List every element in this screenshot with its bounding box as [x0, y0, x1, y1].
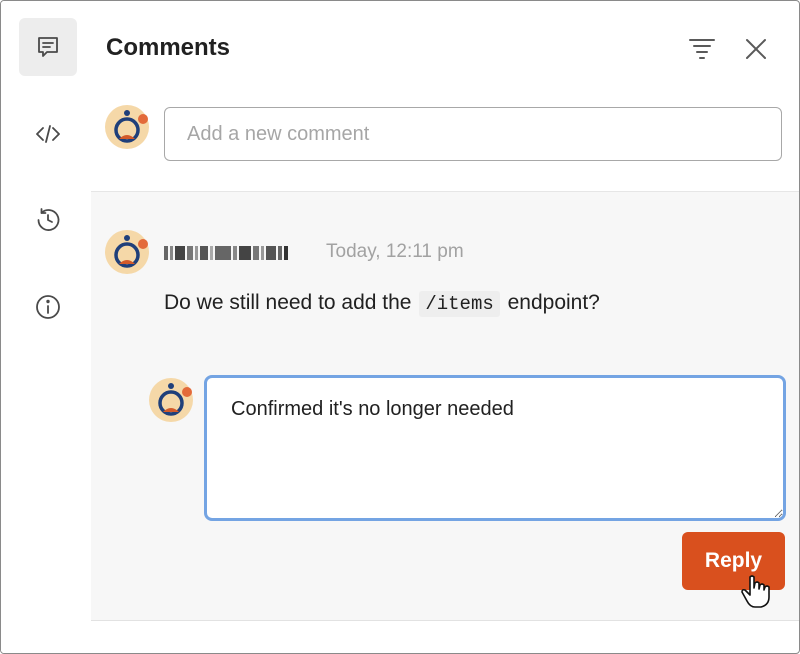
panel-title: Comments [106, 34, 231, 61]
hand-cursor-icon [741, 575, 770, 608]
sidebar-item-history[interactable] [19, 191, 77, 249]
sidebar [1, 1, 91, 653]
history-icon [37, 208, 60, 231]
filter-icon [689, 39, 715, 59]
new-comment-input[interactable] [164, 107, 782, 161]
sidebar-item-comments[interactable] [19, 18, 77, 76]
sidebar-item-code[interactable] [19, 105, 77, 163]
filter-button[interactable] [687, 34, 717, 64]
current-user-avatar [105, 105, 149, 149]
author-name-redacted [164, 244, 312, 262]
comments-panel: Comments Add a new comment Today, 12:11 … [0, 0, 800, 654]
close-icon [746, 39, 766, 59]
comment-icon [38, 37, 58, 57]
reply-input[interactable] [204, 375, 786, 521]
close-button[interactable] [741, 34, 771, 64]
inline-code: /items [419, 291, 500, 317]
author-avatar [105, 230, 149, 274]
sidebar-item-info[interactable] [19, 278, 77, 336]
comment-thread: Today, 12:11 pm Do we still need to add … [91, 191, 799, 621]
info-icon [36, 295, 60, 319]
comment-text: Do we still need to add the /items endpo… [164, 291, 600, 317]
reply-avatar [149, 378, 193, 422]
comment-text-part: Do we still need to add the [164, 291, 412, 314]
comment-text-part: endpoint? [507, 291, 600, 314]
comment-timestamp: Today, 12:11 pm [326, 241, 464, 262]
code-icon [36, 125, 60, 143]
